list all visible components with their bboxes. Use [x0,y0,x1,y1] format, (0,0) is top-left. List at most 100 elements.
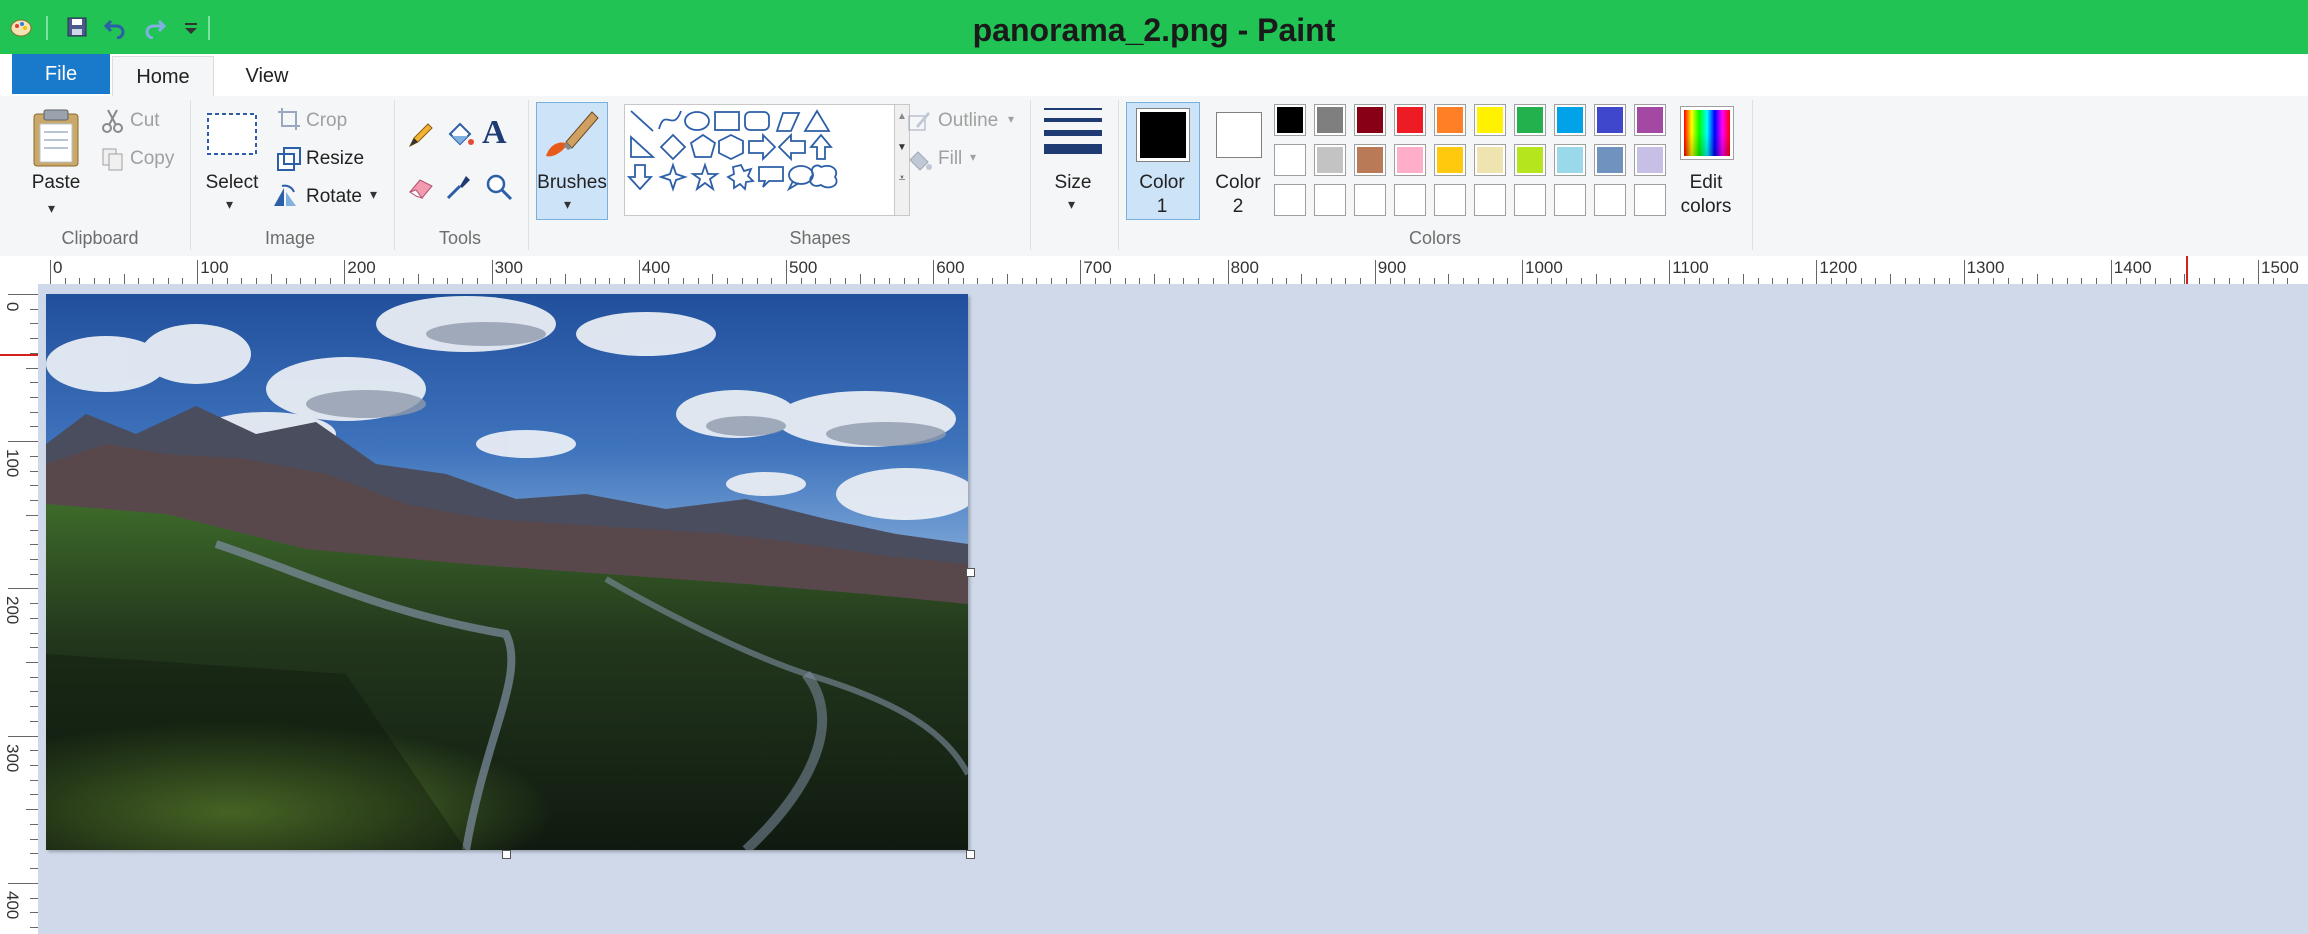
palette-swatch[interactable] [1434,104,1466,136]
ruler-label: 100 [200,258,229,277]
ruler-tick [30,338,38,340]
ruler-label: 1300 [1966,258,2005,277]
color-picker-icon[interactable] [444,172,474,202]
canvas-resize-handle-bottom[interactable] [502,850,511,859]
canvas-resize-handle-right[interactable] [966,568,975,577]
horizontal-ruler: 0 100 200 300 400 500 600 700 800 900 1000 1100 1200… [0,256,2308,285]
magnifier-icon[interactable] [484,172,514,202]
palette-empty-swatch[interactable] [1274,184,1306,216]
palette-swatch[interactable] [1554,104,1586,136]
tab-home[interactable]: Home [112,56,214,97]
ruler-tick [8,882,38,884]
select-dropdown-arrow[interactable]: ▾ [226,196,233,213]
palette-swatch[interactable] [1474,104,1506,136]
ruler-tick [30,411,38,413]
color2-label[interactable]: Color [1204,172,1272,194]
paste-icon[interactable] [30,106,82,168]
palette-empty-swatch[interactable] [1634,184,1666,216]
palette-swatch[interactable] [1434,144,1466,176]
palette-swatch[interactable] [1514,144,1546,176]
ruler-tick [933,260,935,284]
edit-colors-icon[interactable] [1680,106,1734,160]
palette-swatch[interactable] [1594,144,1626,176]
size-icon[interactable] [1044,106,1102,158]
fill-bucket-icon[interactable] [444,120,474,150]
color2-swatch[interactable] [1216,112,1262,158]
paste-button[interactable]: Paste [20,172,92,194]
group-label-tools: Tools [438,228,482,248]
ruler-tick [1227,260,1229,284]
cut-button[interactable]: Cut [130,110,160,132]
palette-swatch[interactable] [1354,104,1386,136]
palette-empty-swatch[interactable] [1354,184,1386,216]
palette-empty-swatch[interactable] [1594,184,1626,216]
palette-swatch[interactable] [1394,104,1426,136]
ruler-tick [30,750,38,752]
palette-empty-swatch[interactable] [1474,184,1506,216]
ruler-label: 1000 [1525,258,1563,277]
ruler-tick [30,676,38,678]
palette-swatch[interactable] [1314,144,1346,176]
palette-empty-swatch[interactable] [1514,184,1546,216]
tab-view[interactable]: View [222,58,312,94]
palette-empty-swatch[interactable] [1394,184,1426,216]
eraser-icon[interactable] [406,172,436,202]
canvas-resize-handle-corner[interactable] [966,850,975,859]
fill-button[interactable]: Fill [938,148,962,170]
crop-icon [276,106,302,132]
palette-swatch[interactable] [1554,144,1586,176]
ruler-tick [30,647,38,649]
outline-button[interactable]: Outline [938,110,998,132]
ruler-tick [30,691,38,693]
palette-swatch[interactable] [1634,144,1666,176]
palette-empty-swatch[interactable] [1554,184,1586,216]
brushes-dropdown-arrow[interactable]: ▾ [564,196,571,213]
palette-empty-swatch[interactable] [1314,184,1346,216]
pencil-icon[interactable] [406,120,436,150]
window-title: panorama_2.png - Paint [972,12,1336,48]
vertical-ruler: 0 100 200 300 400 [0,284,39,934]
ruler-tick [30,323,38,325]
rotate-button[interactable]: Rotate [306,186,362,208]
ruler-tick [30,853,38,855]
paste-dropdown-arrow[interactable]: ▾ [48,200,55,217]
palette-swatch[interactable] [1274,104,1306,136]
ruler-tick [270,274,272,284]
ruler-tick [859,274,861,284]
size-label[interactable]: Size [1040,172,1106,194]
ruler-tick [30,838,38,840]
group-label-clipboard: Clipboard [61,228,139,248]
palette-swatch[interactable] [1274,144,1306,176]
ruler-tick [491,260,493,284]
ruler-label: 800 [1230,258,1259,277]
select-button[interactable]: Select [200,172,264,194]
resize-button[interactable]: Resize [306,148,364,170]
edit-colors-label[interactable]: Edit [1670,172,1742,194]
palette-swatch[interactable] [1354,144,1386,176]
palette-swatch[interactable] [1594,104,1626,136]
ruler-label: 200 [347,258,376,277]
fill-icon [906,146,932,172]
palette-empty-swatch[interactable] [1434,184,1466,216]
ruler-tick [26,367,38,369]
copy-button[interactable]: Copy [130,148,174,170]
palette-swatch[interactable] [1634,104,1666,136]
size-dropdown-arrow[interactable]: ▾ [1068,196,1075,213]
ruler-tick [30,765,38,767]
text-tool-icon[interactable]: A [482,114,507,152]
palette-swatch[interactable] [1314,104,1346,136]
fill-dropdown-arrow[interactable]: ▾ [970,150,976,164]
ruler-tick [786,260,787,284]
palette-swatch[interactable] [1514,104,1546,136]
palette-swatch[interactable] [1394,144,1426,176]
ruler-tick [30,544,38,546]
image-canvas[interactable] [46,294,968,850]
rotate-dropdown-arrow[interactable]: ▾ [370,186,377,203]
palette-swatch[interactable] [1474,144,1506,176]
select-icon[interactable] [206,112,258,156]
ruler-tick [1448,274,1450,284]
tab-file[interactable]: File [12,54,110,94]
crop-button[interactable]: Crop [306,110,347,132]
outline-dropdown-arrow[interactable]: ▾ [1008,112,1014,126]
cut-icon [100,108,126,134]
